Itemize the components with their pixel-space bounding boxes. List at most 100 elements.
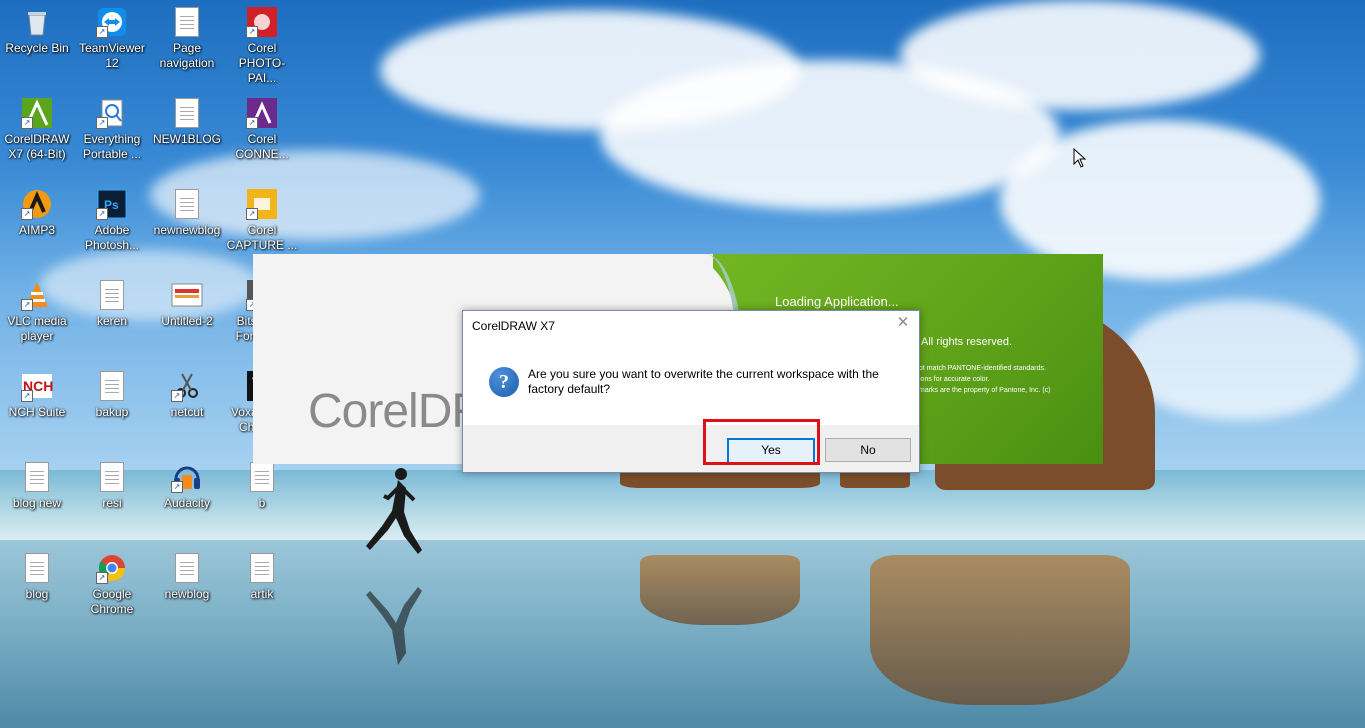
teamviewer-icon: ↗ xyxy=(96,6,128,38)
desktop-icon[interactable]: Untitled-2 xyxy=(150,279,224,329)
desktop-icon-label: VLC media player xyxy=(7,314,67,343)
shortcut-arrow-icon: ↗ xyxy=(246,26,258,38)
document-icon xyxy=(171,6,203,38)
corel-photo-paint-icon: ↗ xyxy=(246,6,278,38)
shortcut-arrow-icon: ↗ xyxy=(171,390,183,402)
shortcut-arrow-icon: ↗ xyxy=(171,481,183,493)
annotation-highlight-box xyxy=(703,419,820,465)
netcut-icon: ↗ xyxy=(171,370,203,402)
document-icon xyxy=(246,552,278,584)
audacity-icon: ↗ xyxy=(171,461,203,493)
mouse-cursor-icon xyxy=(1073,148,1087,168)
desktop-icon-label: Corel CONNE... xyxy=(235,132,289,161)
corel-connect-icon: ↗ xyxy=(246,97,278,129)
desktop-icon-label: resi xyxy=(102,496,122,510)
desktop-icon[interactable]: blog new xyxy=(0,461,74,511)
desktop-icon[interactable]: ↗ TeamViewer 12 xyxy=(75,6,149,71)
dialog-button-bar: Yes No xyxy=(463,425,919,472)
document-icon xyxy=(246,461,278,493)
shortcut-arrow-icon: ↗ xyxy=(21,117,33,129)
desktop-icon-label: artik xyxy=(250,587,274,601)
desktop-icon[interactable]: ↗ Corel CONNE... xyxy=(225,97,299,162)
shortcut-arrow-icon: ↗ xyxy=(21,299,33,311)
desktop-icon[interactable]: artik xyxy=(225,552,299,602)
desktop-icon-label: TeamViewer 12 xyxy=(79,41,145,70)
question-icon: ? xyxy=(489,367,519,397)
vlc-icon: ↗ xyxy=(21,279,53,311)
desktop-icon[interactable]: bakup xyxy=(75,370,149,420)
document-icon xyxy=(171,188,203,220)
desktop-icon[interactable]: ↗ Audacity xyxy=(150,461,224,511)
desktop-icon-label: b xyxy=(258,496,266,510)
dialog-message: Are you sure you want to overwrite the c… xyxy=(528,367,879,396)
desktop-icon[interactable]: Ps ↗ Adobe Photosh... xyxy=(75,188,149,253)
recycle-bin-icon xyxy=(21,6,53,38)
chrome-icon: ↗ xyxy=(96,552,128,584)
shortcut-arrow-icon: ↗ xyxy=(21,208,33,220)
desktop-icon-label: keren xyxy=(96,314,128,328)
desktop-icon-label: CorelDRAW X7 (64-Bit) xyxy=(4,132,70,161)
shortcut-arrow-icon: ↗ xyxy=(96,208,108,220)
desktop-icon[interactable]: newnewblog xyxy=(150,188,224,238)
document-icon xyxy=(21,552,53,584)
document-icon xyxy=(96,279,128,311)
shortcut-arrow-icon: ↗ xyxy=(246,208,258,220)
desktop-icon-label: NCH Suite xyxy=(8,405,66,419)
cloud xyxy=(1120,300,1360,420)
photoshop-icon: Ps ↗ xyxy=(96,188,128,220)
desktop-icon[interactable]: ↗ CorelDRAW X7 (64-Bit) xyxy=(0,97,74,162)
rock-reflection xyxy=(640,555,800,625)
splash-logo-text: CorelDR xyxy=(308,385,486,438)
desktop-icon[interactable]: ↗ Everything Portable ... xyxy=(75,97,149,162)
everything-search-icon: ↗ xyxy=(96,97,128,129)
desktop-icon-label: Corel PHOTO-PAI... xyxy=(238,41,286,85)
desktop-icon-label: Google Chrome xyxy=(90,587,134,616)
desktop-icon-label: Audacity xyxy=(163,496,211,510)
desktop-icon-label: Corel CAPTURE ... xyxy=(226,223,298,252)
coreldraw-icon: ↗ xyxy=(21,97,53,129)
document-icon xyxy=(171,97,203,129)
desktop-icon-label: Everything Portable ... xyxy=(82,132,142,161)
desktop-icon[interactable]: ↗ netcut xyxy=(150,370,224,420)
desktop-icon[interactable]: ↗ AIMP3 xyxy=(0,188,74,238)
shortcut-arrow-icon: ↗ xyxy=(21,390,33,402)
document-icon xyxy=(171,552,203,584)
splash-fine-print: ions for accurate color. xyxy=(919,376,990,383)
no-button[interactable]: No xyxy=(825,438,911,462)
desktop-icon[interactable]: blog xyxy=(0,552,74,602)
desktop-icon[interactable]: ↗ Google Chrome xyxy=(75,552,149,617)
desktop-icon[interactable]: keren xyxy=(75,279,149,329)
desktop-icon[interactable]: NCH ↗ NCH Suite xyxy=(0,370,74,420)
desktop-icon-label: blog xyxy=(25,587,49,601)
nch-suite-icon: NCH ↗ xyxy=(21,370,53,402)
desktop-icon[interactable]: ↗ VLC media player xyxy=(0,279,74,344)
desktop-icon[interactable]: ↗ Corel PHOTO-PAI... xyxy=(225,6,299,86)
document-icon xyxy=(96,461,128,493)
desktop-icon-label: Page navigation xyxy=(159,41,215,70)
desktop-icon-label: bakup xyxy=(95,405,129,419)
splash-loading-text: Loading Application... xyxy=(775,294,899,309)
shortcut-arrow-icon: ↗ xyxy=(96,117,108,129)
desktop-icon-label: newblog xyxy=(164,587,210,601)
document-icon xyxy=(96,370,128,402)
desktop-icon[interactable]: b xyxy=(225,461,299,511)
runner-reflection xyxy=(366,587,422,665)
desktop-icon-label: NEW1BLOG xyxy=(152,132,221,146)
desktop-icon-label: newnewblog xyxy=(153,223,221,237)
cloud xyxy=(900,0,1260,110)
shortcut-arrow-icon: ↗ xyxy=(246,117,258,129)
desktop-icon[interactable]: Recycle Bin xyxy=(0,6,74,56)
desktop-icon-label: netcut xyxy=(170,405,204,419)
desktop-icon-label: Adobe Photosh... xyxy=(84,223,140,252)
splash-fine-print: marks are the property of Pantone, Inc. … xyxy=(919,387,1051,394)
desktop-icon[interactable]: ↗ Corel CAPTURE ... xyxy=(225,188,299,253)
desktop-icon[interactable]: newblog xyxy=(150,552,224,602)
desktop-icon[interactable]: resi xyxy=(75,461,149,511)
close-icon[interactable]: ✕ xyxy=(895,315,911,331)
dialog-title: CorelDRAW X7 xyxy=(472,319,555,333)
desktop-icon[interactable]: NEW1BLOG xyxy=(150,97,224,147)
shortcut-arrow-icon: ↗ xyxy=(96,26,108,38)
desktop-icon[interactable]: Page navigation xyxy=(150,6,224,71)
shortcut-arrow-icon: ↗ xyxy=(96,572,108,584)
rock-reflection xyxy=(870,555,1130,705)
